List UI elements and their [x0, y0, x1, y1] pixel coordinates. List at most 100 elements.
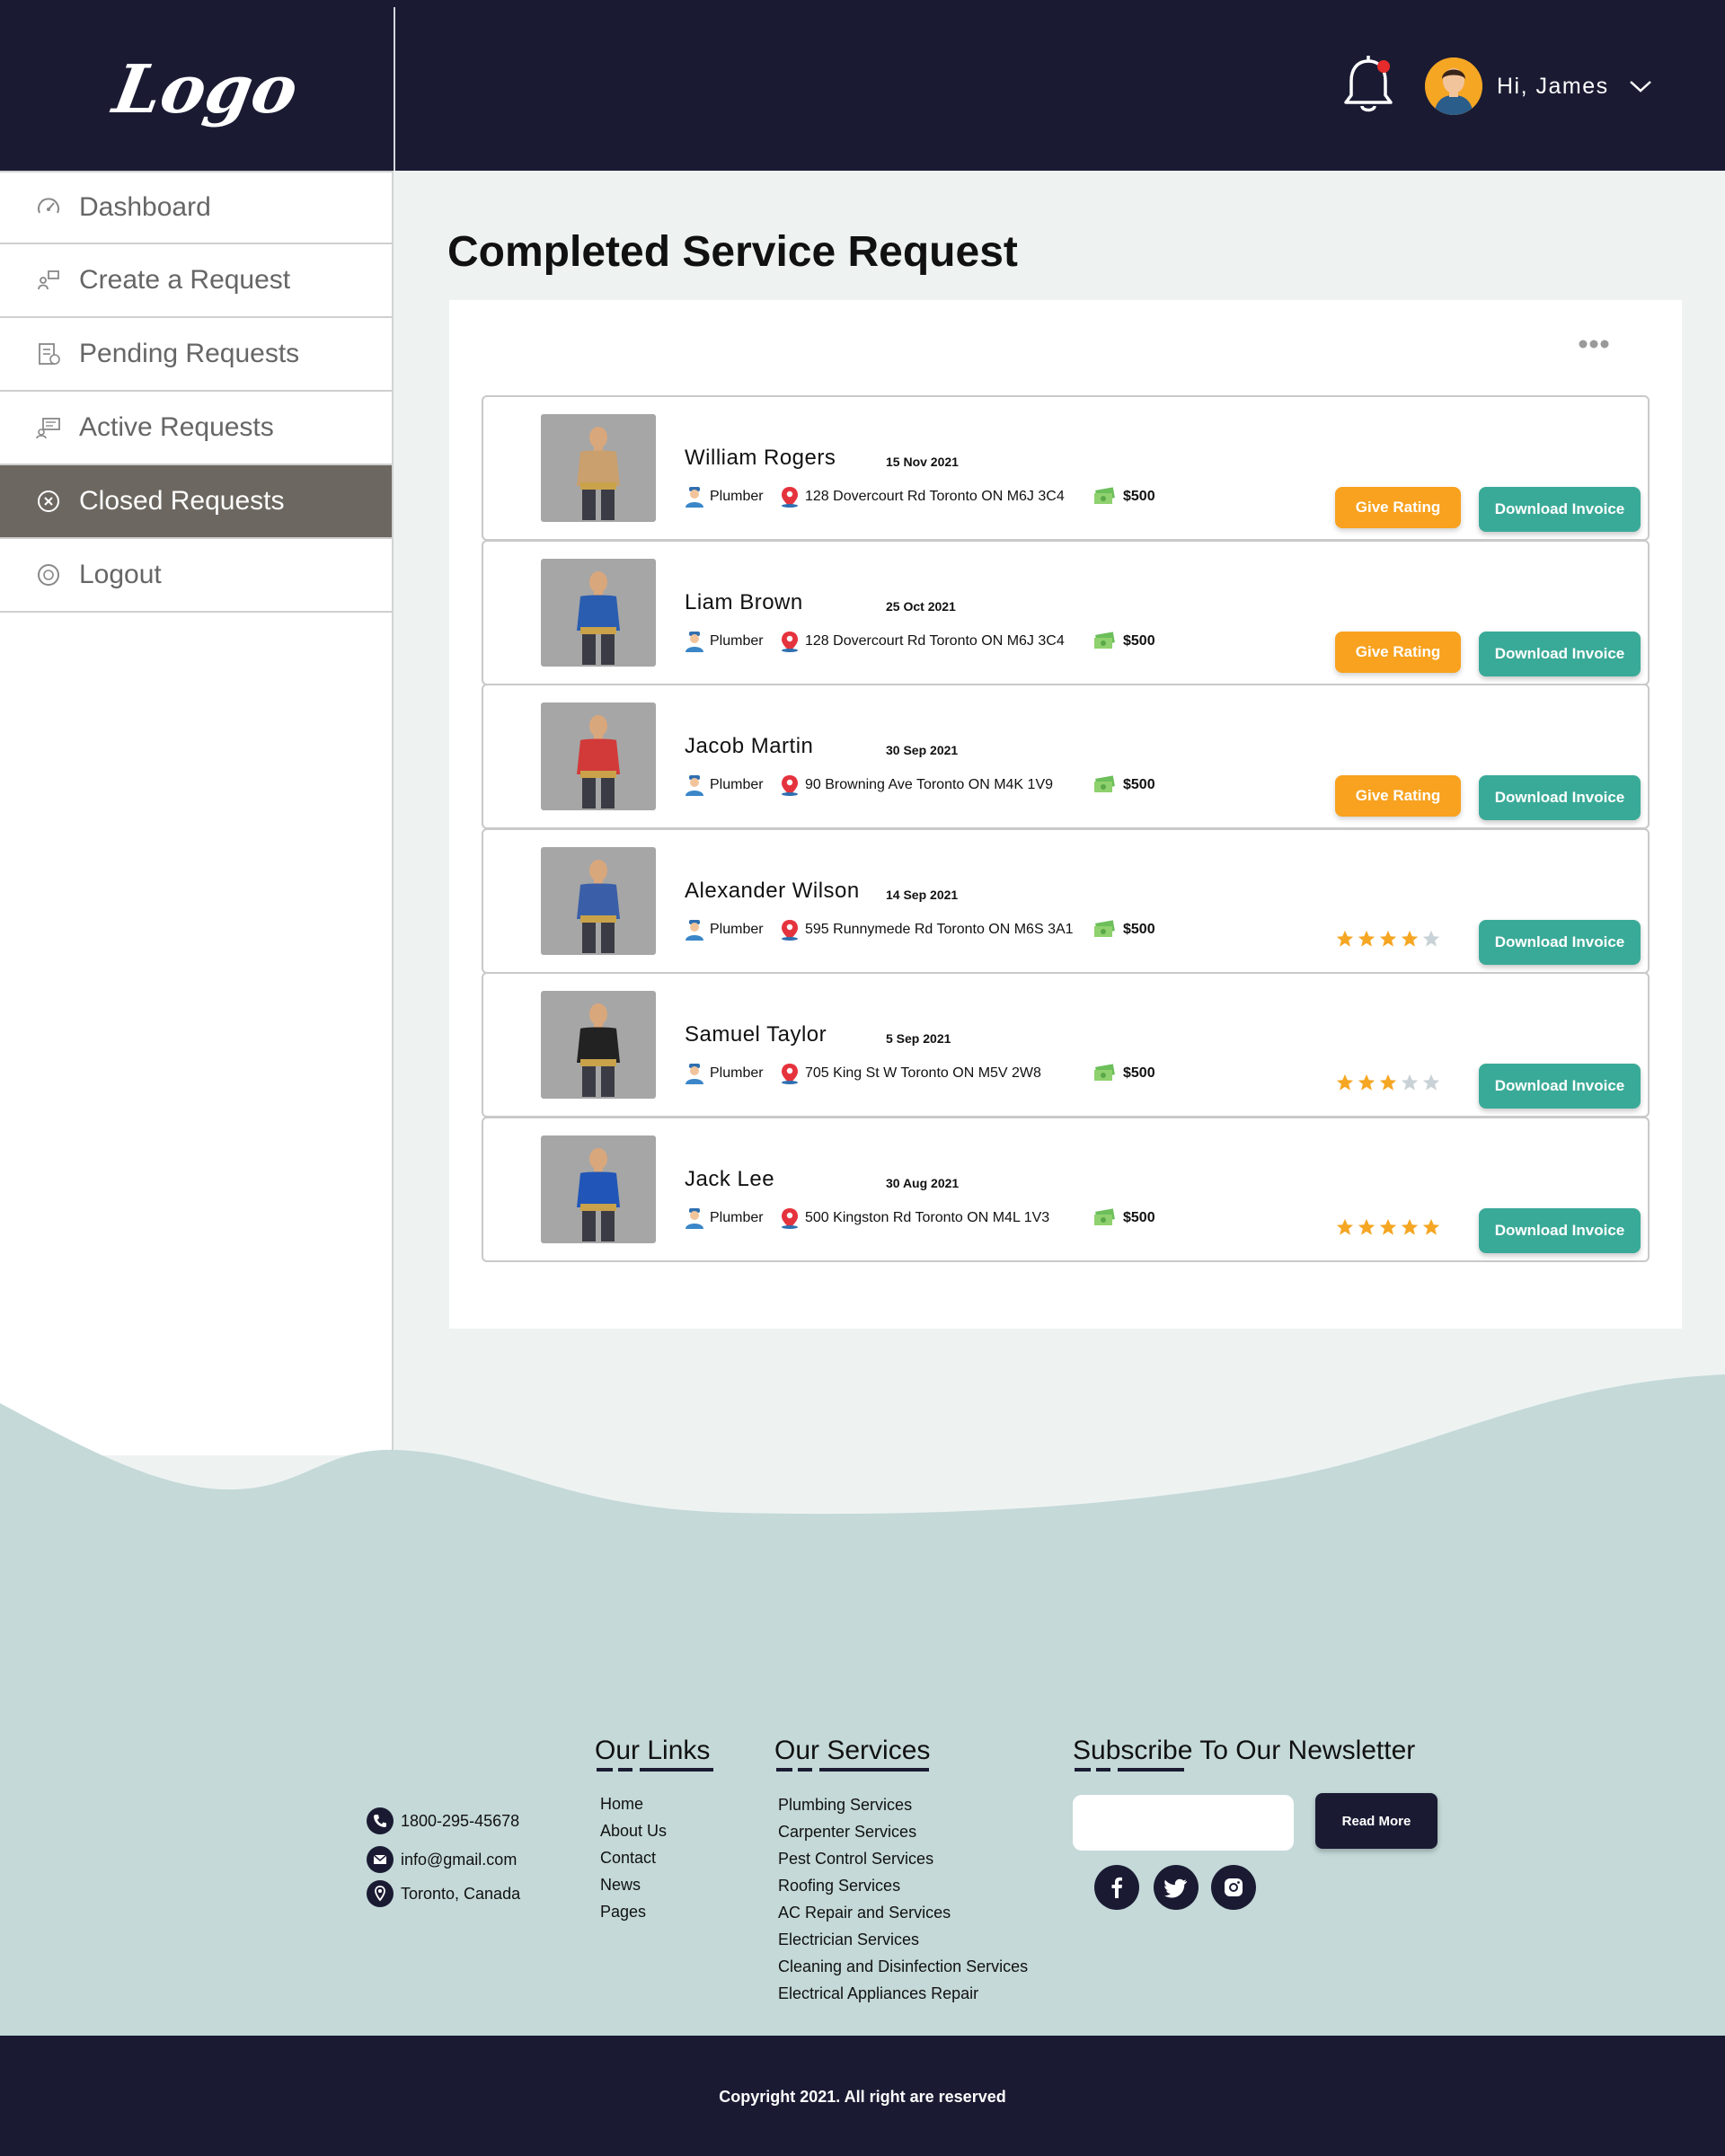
location-pin-icon [782, 1208, 798, 1229]
star-icon [1379, 930, 1397, 947]
location-pin-icon [782, 632, 798, 652]
worker-role: Plumber [710, 489, 764, 504]
request-card: Liam Brown 25 Oct 2021 Plumber 128 Dover… [482, 540, 1650, 685]
request-card: Jack Lee 30 Aug 2021 Plumber 500 Kingsto… [482, 1117, 1650, 1262]
header-divider [394, 7, 395, 171]
user-greeting: Hi, James [1497, 73, 1609, 99]
worker-role: Plumber [710, 633, 764, 649]
chevron-down-icon[interactable] [1629, 79, 1652, 93]
sidebar-item-dashboard[interactable]: Dashboard [0, 171, 392, 244]
request-date: 25 Oct 2021 [886, 599, 956, 614]
plumber-icon [686, 487, 703, 508]
service-link[interactable]: Electrician Services [778, 1926, 1028, 1953]
service-address: 128 Dovercourt Rd Toronto ON M6J 3C4 [805, 489, 1065, 504]
worker-name: Liam Brown [685, 590, 803, 614]
sidebar-item-label: Closed Requests [79, 486, 285, 516]
download-invoice-button[interactable]: Download Invoice [1479, 1208, 1641, 1253]
logo[interactable]: Logo [108, 27, 314, 144]
download-invoice-button[interactable]: Download Invoice [1479, 487, 1641, 532]
sidebar-item-label: Pending Requests [79, 339, 300, 368]
footer-link-about[interactable]: About Us [600, 1817, 667, 1844]
twitter-button[interactable] [1154, 1865, 1199, 1910]
give-rating-button[interactable]: Give Rating [1335, 775, 1461, 817]
money-icon [1094, 632, 1115, 649]
star-icon [1336, 1218, 1354, 1235]
links-title-underline [597, 1768, 713, 1772]
service-price: $500 [1123, 489, 1155, 504]
user-menu[interactable]: Hi, James [1425, 57, 1652, 115]
sidebar: Dashboard Create a Request Pending Reque… [0, 171, 394, 1455]
worker-photo [541, 1135, 656, 1243]
request-meta: Plumber 705 King St W Toronto ON M5V 2W8… [685, 1060, 1155, 1087]
download-invoice-button[interactable]: Download Invoice [1479, 632, 1641, 676]
service-link[interactable]: Pest Control Services [778, 1845, 1028, 1872]
service-price: $500 [1123, 922, 1155, 937]
service-link[interactable]: Plumbing Services [778, 1791, 1028, 1818]
download-invoice-button[interactable]: Download Invoice [1479, 1064, 1641, 1109]
location-pin-icon [782, 487, 798, 508]
request-meta: Plumber 90 Browning Ave Toronto ON M4K 1… [685, 772, 1155, 799]
service-link[interactable]: Roofing Services [778, 1872, 1028, 1899]
instagram-button[interactable] [1211, 1865, 1256, 1910]
money-icon [1094, 1208, 1115, 1225]
sidebar-item-create-request[interactable]: Create a Request [0, 244, 392, 318]
request-card: Samuel Taylor 5 Sep 2021 Plumber 705 Kin… [482, 972, 1650, 1118]
give-rating-button[interactable]: Give Rating [1335, 487, 1461, 528]
request-card: William Rogers 15 Nov 2021 Plumber 128 D… [482, 395, 1650, 541]
request-date: 5 Sep 2021 [886, 1031, 951, 1046]
phone-text: 1800-295-45678 [401, 1811, 520, 1830]
contact-phone[interactable]: 1800-295-45678 [367, 1807, 519, 1834]
close-circle-icon [38, 490, 59, 512]
twitter-icon [1164, 1878, 1187, 1898]
newsletter-title-underline [1075, 1768, 1184, 1772]
logout-icon [38, 564, 59, 586]
sidebar-item-logout[interactable]: Logout [0, 539, 392, 613]
money-icon [1094, 920, 1115, 937]
copyright-text: Copyright 2021. All right are reserved [719, 2088, 1006, 2106]
sidebar-item-label: Dashboard [79, 192, 211, 222]
download-invoice-button[interactable]: Download Invoice [1479, 920, 1641, 965]
give-rating-button[interactable]: Give Rating [1335, 632, 1461, 673]
service-price: $500 [1123, 1210, 1155, 1225]
speedometer-icon [38, 198, 59, 214]
request-card: Alexander Wilson 14 Sep 2021 Plumber 595… [482, 828, 1650, 974]
star-icon [1422, 930, 1440, 947]
page-title: Completed Service Request [447, 228, 1018, 276]
star-icon [1358, 1218, 1376, 1235]
service-link[interactable]: Carpenter Services [778, 1818, 1028, 1845]
star-icon [1401, 1074, 1419, 1091]
facebook-icon [1111, 1877, 1122, 1898]
contact-email[interactable]: info@gmail.com [367, 1846, 517, 1873]
star-icon [1379, 1218, 1397, 1235]
location-pin-icon [782, 1064, 798, 1084]
sidebar-item-pending-requests[interactable]: Pending Requests [0, 318, 392, 392]
request-meta: Plumber 128 Dovercourt Rd Toronto ON M6J… [685, 628, 1155, 655]
services-title: Our Services [774, 1736, 931, 1765]
service-price: $500 [1123, 633, 1155, 649]
star-icon [1401, 1218, 1419, 1235]
service-link[interactable]: Cleaning and Disinfection Services [778, 1953, 1028, 1980]
worker-photo [541, 559, 656, 667]
star-icon [1422, 1218, 1440, 1235]
sidebar-item-active-requests[interactable]: Active Requests [0, 392, 392, 465]
plumber-icon [686, 1208, 703, 1229]
download-invoice-button[interactable]: Download Invoice [1479, 775, 1641, 820]
facebook-button[interactable] [1094, 1865, 1139, 1910]
footer-link-news[interactable]: News [600, 1871, 667, 1898]
service-link[interactable]: AC Repair and Services [778, 1899, 1028, 1926]
worker-name: Samuel Taylor [685, 1022, 827, 1047]
footer-link-contact[interactable]: Contact [600, 1844, 667, 1871]
service-link[interactable]: Electrical Appliances Repair [778, 1980, 1028, 2007]
top-header: Logo Hi, James [0, 0, 1725, 171]
plumber-icon [686, 920, 703, 941]
read-more-button[interactable]: Read More [1315, 1793, 1438, 1849]
newsletter-email-input[interactable] [1073, 1795, 1294, 1851]
sidebar-item-closed-requests[interactable]: Closed Requests [0, 465, 392, 539]
footer-link-home[interactable]: Home [600, 1790, 667, 1817]
footer-link-pages[interactable]: Pages [600, 1898, 667, 1925]
worker-role: Plumber [710, 922, 764, 937]
notification-bell-icon[interactable] [1339, 54, 1398, 119]
more-options-icon[interactable] [1578, 338, 1610, 350]
money-icon [1094, 775, 1115, 792]
sidebar-item-label: Active Requests [79, 412, 274, 442]
